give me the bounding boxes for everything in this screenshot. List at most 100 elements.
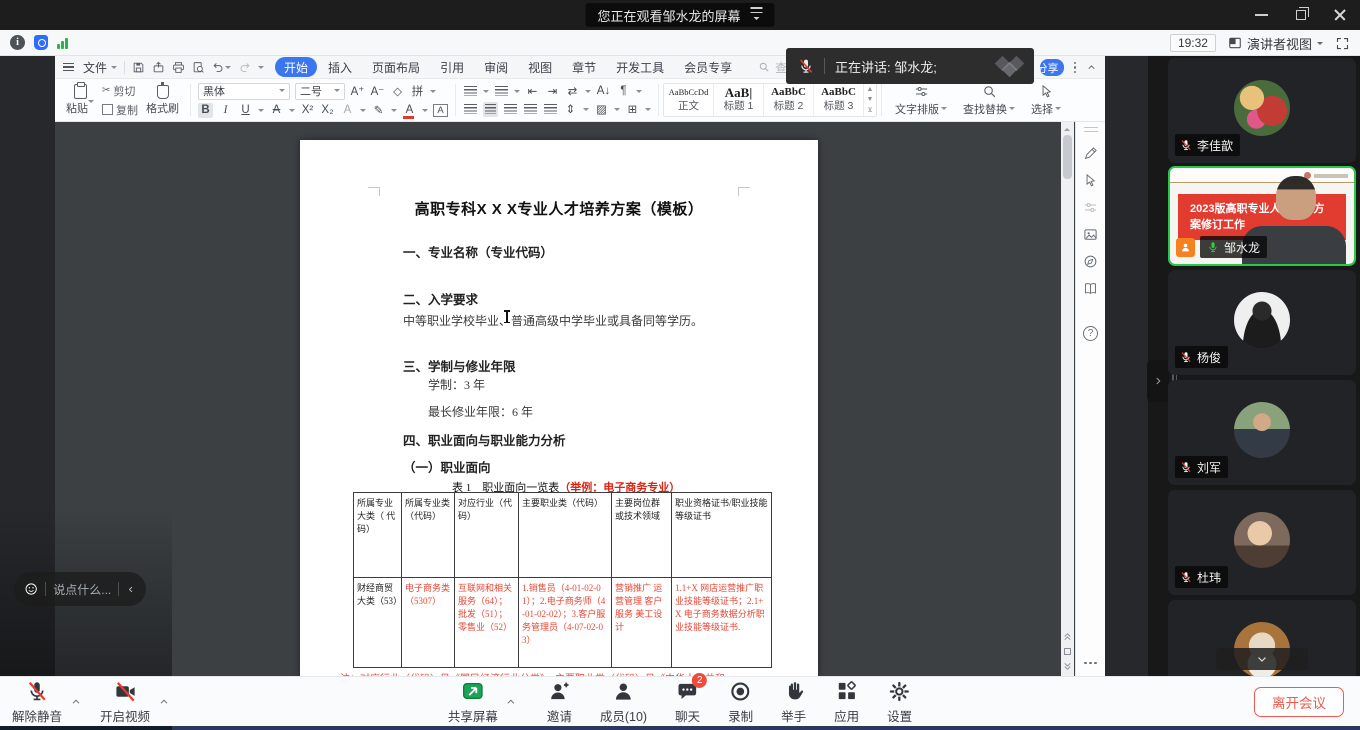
raise-hand-button[interactable]: 举手 — [781, 679, 806, 725]
subscript-button[interactable]: X₂ — [320, 103, 335, 118]
align-center-button[interactable] — [483, 102, 498, 117]
strikethrough-button[interactable]: A — [269, 103, 284, 118]
panel-handle-icon[interactable] — [1084, 127, 1098, 132]
text-highlight-pen-icon[interactable]: ✎ — [371, 103, 386, 118]
tab-insert[interactable]: 插入 — [319, 57, 361, 77]
audio-options-chevron[interactable] — [70, 696, 82, 708]
font-size-combo[interactable]: 二号 — [295, 83, 345, 100]
distribute-button[interactable] — [543, 102, 558, 117]
participant-tile-active-speaker[interactable]: 2023版高职专业人才培养方 案修订工作 邹水龙 — [1168, 166, 1356, 266]
document-scrollbar[interactable] — [1061, 122, 1074, 676]
prev-page-icon[interactable] — [1062, 631, 1073, 642]
text-layout-button[interactable]: 文字排版 — [889, 84, 953, 117]
format-painter-button[interactable]: 格式刷 — [142, 85, 183, 116]
scroll-up-arrow[interactable] — [1064, 125, 1070, 131]
start-video-button[interactable]: 开启视频 — [100, 679, 150, 725]
print-icon[interactable] — [172, 61, 185, 74]
maximize-button[interactable] — [1296, 10, 1306, 20]
tab-member[interactable]: 会员专享 — [675, 57, 741, 77]
style-normal[interactable]: AaBbCcDd正文 — [664, 84, 714, 116]
tab-review[interactable]: 审阅 — [475, 57, 517, 77]
style-heading1[interactable]: AaB|标题 1 — [714, 84, 764, 116]
print-preview-icon[interactable] — [192, 61, 205, 74]
network-signal-icon[interactable] — [57, 37, 68, 49]
invite-button[interactable]: 邀请 — [547, 679, 572, 725]
participant-tile[interactable]: 刘军 — [1168, 380, 1356, 485]
highlight-button[interactable]: A — [340, 103, 355, 118]
meeting-protect-icon[interactable] — [34, 35, 48, 50]
style-heading3[interactable]: AaBbC标题 3 — [814, 84, 864, 116]
tab-view[interactable]: 视图 — [519, 57, 561, 77]
apps-button[interactable]: 应用 — [834, 679, 859, 725]
next-page-icon[interactable] — [1062, 661, 1073, 672]
font-color-button[interactable]: A — [402, 103, 417, 118]
save-icon[interactable] — [132, 61, 145, 74]
page-select-icon[interactable] — [1064, 648, 1071, 655]
panel-more-icon[interactable] — [1084, 662, 1097, 665]
tab-dev-tools[interactable]: 开发工具 — [607, 57, 673, 77]
char-scale-button[interactable]: ⇄ — [565, 84, 580, 99]
document-page[interactable]: 高职专科X X X专业人才培养方案（模板） 一、专业名称（专业代码） 二、入学要… — [300, 140, 818, 676]
export-icon[interactable] — [152, 61, 165, 74]
sort-button[interactable]: A↓ — [596, 84, 611, 99]
banner-menu-icon[interactable] — [751, 7, 763, 23]
copy-button[interactable]: 复制 — [102, 102, 138, 118]
bullet-list-button[interactable] — [463, 84, 478, 99]
close-button[interactable] — [1334, 9, 1346, 21]
tab-section[interactable]: 章节 — [563, 57, 605, 77]
members-button[interactable]: 成员(10) — [600, 679, 647, 725]
char-border-button[interactable]: A — [433, 104, 448, 117]
paste-button[interactable]: 粘贴 — [62, 84, 98, 116]
more-menu-icon[interactable] — [1074, 62, 1077, 74]
export-image-icon[interactable] — [1083, 227, 1098, 242]
record-button[interactable]: 录制 — [728, 679, 753, 725]
chat-input-placeholder[interactable]: 说点什么... — [53, 581, 111, 598]
share-options-chevron[interactable] — [505, 696, 517, 708]
tab-references[interactable]: 引用 — [431, 57, 473, 77]
leave-meeting-button[interactable]: 离开会议 — [1254, 687, 1344, 717]
underline-button[interactable]: U — [238, 103, 253, 118]
minimize-button[interactable] — [1255, 14, 1268, 16]
decrease-font-button[interactable]: A⁻ — [370, 84, 385, 99]
emoji-icon[interactable] — [24, 581, 38, 597]
decrease-indent-button[interactable]: ⇤ — [525, 84, 540, 99]
bold-button[interactable]: B — [198, 103, 213, 118]
select-button[interactable]: 选择 — [1025, 84, 1067, 117]
number-list-button[interactable] — [494, 84, 509, 99]
undo-icon[interactable] — [212, 61, 231, 74]
align-left-button[interactable] — [463, 102, 478, 117]
chat-quick-bar[interactable]: 说点什么... — [14, 572, 146, 606]
font-name-combo[interactable]: 黑体 — [198, 83, 290, 100]
scrollbar-thumb[interactable] — [1063, 135, 1072, 179]
show-marks-button[interactable]: ¶ — [616, 84, 631, 99]
fullscreen-icon[interactable] — [1335, 36, 1350, 51]
video-options-chevron[interactable] — [158, 696, 170, 708]
pinyin-button[interactable]: 拼 — [410, 84, 425, 99]
scroll-more-participants-button[interactable] — [1216, 648, 1308, 670]
settings-button[interactable]: 设置 — [887, 679, 912, 725]
read-mode-icon[interactable] — [1083, 281, 1098, 296]
meeting-info-icon[interactable]: i — [10, 35, 25, 50]
increase-indent-button[interactable]: ⇥ — [545, 84, 560, 99]
share-screen-button[interactable]: 共享屏幕 — [448, 679, 498, 725]
help-icon[interactable]: ? — [1083, 326, 1098, 341]
participant-tile[interactable]: 杜玮 — [1168, 490, 1356, 595]
style-heading2[interactable]: AaBbC标题 2 — [764, 84, 814, 116]
view-mode-button[interactable]: 演讲者视图 — [1228, 34, 1323, 53]
chat-button[interactable]: 2 聊天 — [675, 679, 700, 725]
justify-button[interactable] — [523, 102, 538, 117]
style-gallery-spinner[interactable]: ▲▼⊻ — [864, 84, 876, 116]
cut-button[interactable]: ✂剪切 — [102, 83, 138, 99]
line-spacing-button[interactable]: ⇕ — [563, 102, 578, 117]
participant-tile[interactable]: 杨俊 — [1168, 270, 1356, 375]
tab-home[interactable]: 开始 — [275, 57, 317, 77]
chat-collapse-icon[interactable] — [126, 584, 136, 595]
sidebar-collapse-handle[interactable] — [1147, 360, 1169, 402]
superscript-button[interactable]: X² — [300, 103, 315, 118]
collapse-ribbon-icon[interactable] — [1086, 62, 1097, 73]
wps-hamburger-icon[interactable] — [63, 63, 74, 72]
adjust-tool-icon[interactable] — [1083, 200, 1098, 215]
align-right-button[interactable] — [503, 102, 518, 117]
wps-share-button[interactable]: 分享 — [1040, 59, 1064, 76]
pointer-tool-icon[interactable] — [1083, 173, 1098, 188]
